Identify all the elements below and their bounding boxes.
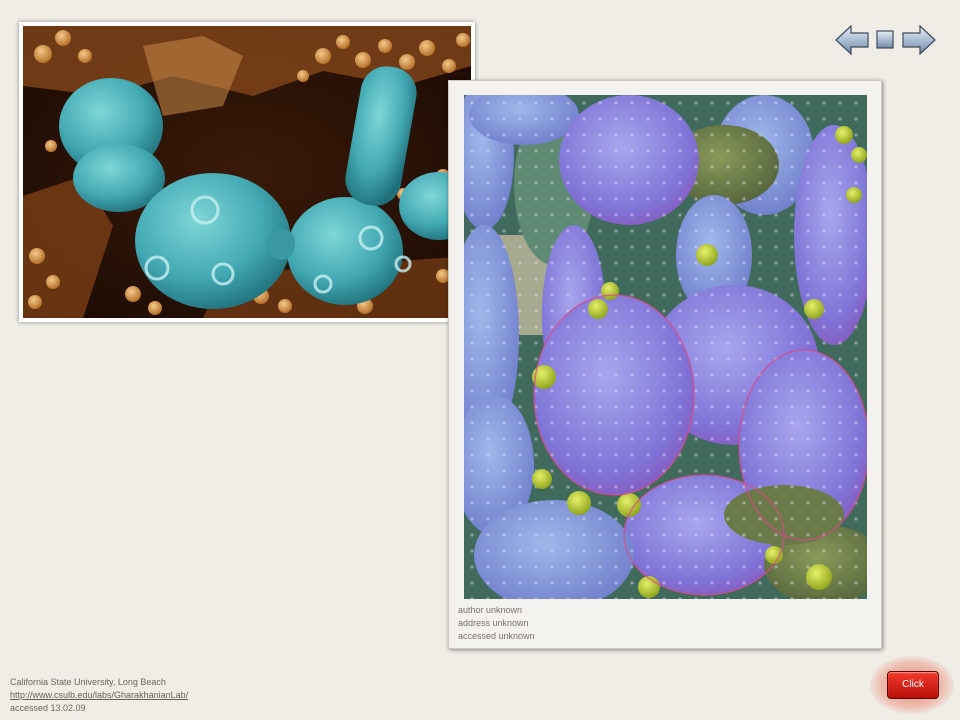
source-institution: California State University, Long Beach [10,677,166,687]
image-credit-accessed: accessed unknown [458,631,535,641]
cactus-photo: author unknown address unknown accessed … [448,80,882,649]
yeast-micrograph-image [23,26,471,318]
source-url-link[interactable]: http://www.csulb.edu/labs/GharakhanianLa… [10,689,188,701]
arrow-left-icon [835,24,869,56]
image-credit-address: address unknown [458,618,529,628]
arrow-right-icon [902,24,936,56]
click-button[interactable]: Click [887,671,939,699]
source-accessed-date: accessed 13.02.09 [10,703,86,713]
cactus-image [464,95,867,599]
nav-back-button[interactable] [834,24,870,56]
nav-forward-button[interactable] [901,24,937,56]
image-credit-author: author unknown [458,605,523,615]
stop-icon [876,30,894,49]
nav-stop-button[interactable] [876,30,894,49]
yeast-micrograph-photo [19,22,475,322]
